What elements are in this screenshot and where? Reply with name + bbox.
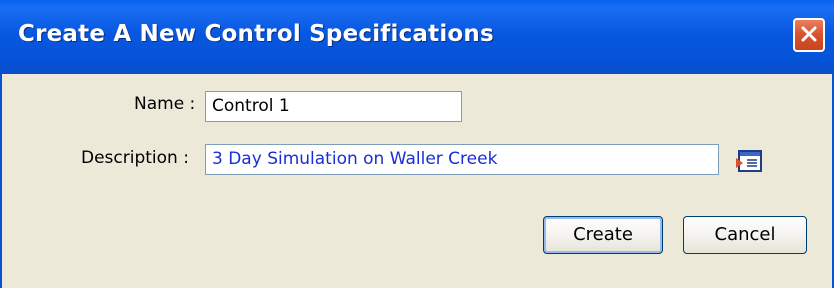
description-label: Description :: [81, 148, 189, 168]
title-bar[interactable]: Create A New Control Specifications: [0, 0, 834, 74]
create-control-dialog: Create A New Control Specifications Name…: [0, 0, 834, 288]
name-field[interactable]: Control 1: [205, 91, 462, 122]
create-button[interactable]: Create: [543, 216, 663, 254]
description-field[interactable]: 3 Day Simulation on Waller Creek: [205, 144, 719, 175]
close-button[interactable]: [793, 18, 825, 52]
name-label: Name :: [134, 94, 196, 114]
browse-button[interactable]: [735, 148, 765, 174]
window-title: Create A New Control Specifications: [18, 21, 494, 47]
browse-icon: [736, 150, 762, 172]
close-icon: [801, 26, 817, 42]
cancel-button[interactable]: Cancel: [683, 216, 807, 254]
